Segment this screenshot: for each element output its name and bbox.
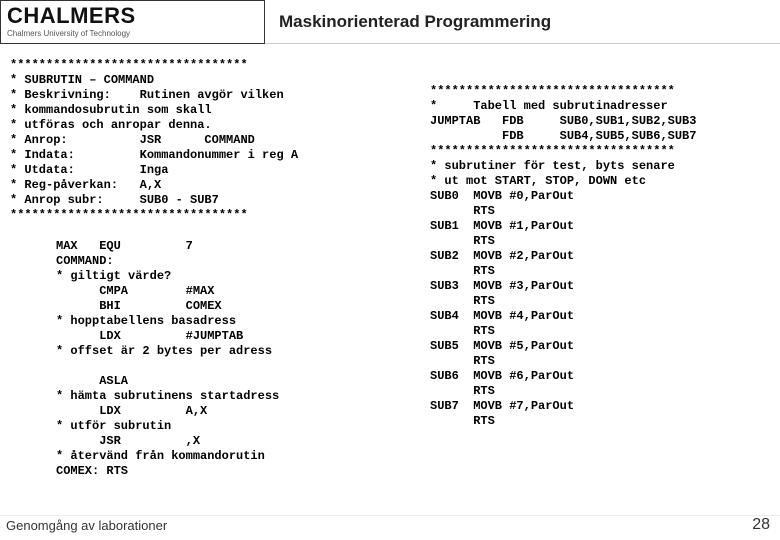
footer-left-text: Genomgång av laborationer — [6, 518, 167, 533]
slide-header: CHALMERS Chalmers University of Technolo… — [0, 0, 780, 44]
logo-sub-text: Chalmers University of Technology — [7, 29, 258, 38]
code-block-subroutine-header: ********************************* * SUBR… — [10, 58, 430, 223]
slide-footer: Genomgång av laborationer 28 — [0, 515, 780, 536]
page-number: 28 — [752, 516, 770, 534]
code-block-command-routine: MAX EQU 7 COMMAND: * giltigt värde? CMPA… — [10, 239, 430, 479]
code-block-jump-table: ********************************** * Tab… — [430, 84, 750, 429]
left-column: ********************************* * SUBR… — [10, 58, 430, 479]
slide-content: ********************************* * SUBR… — [0, 44, 780, 479]
logo-box: CHALMERS Chalmers University of Technolo… — [0, 0, 265, 44]
page-title: Maskinorienterad Programmering — [279, 12, 551, 32]
logo-main-text: CHALMERS — [7, 5, 258, 27]
right-column: ********************************** * Tab… — [430, 58, 750, 479]
